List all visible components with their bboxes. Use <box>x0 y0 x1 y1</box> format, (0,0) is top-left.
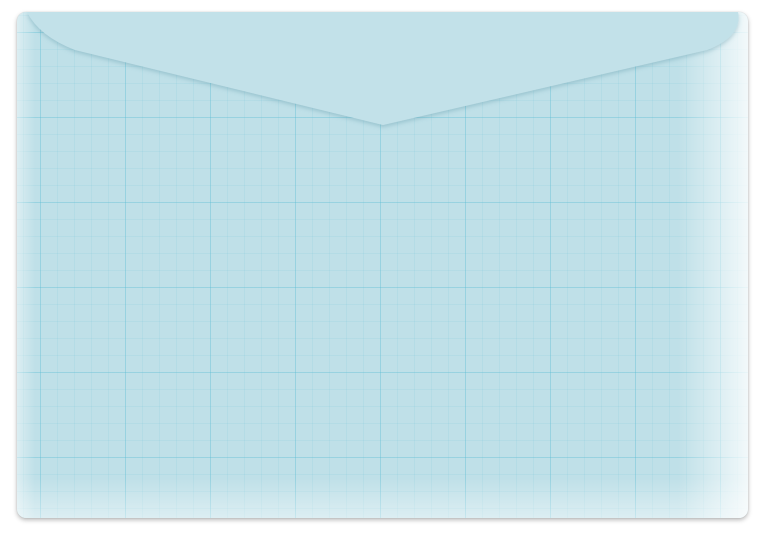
envelope-edge-highlight-bottom <box>17 478 748 518</box>
canvas <box>0 0 766 533</box>
envelope-flap-shape <box>27 12 739 125</box>
envelope-graphic <box>17 12 748 518</box>
envelope-flap <box>27 12 739 125</box>
